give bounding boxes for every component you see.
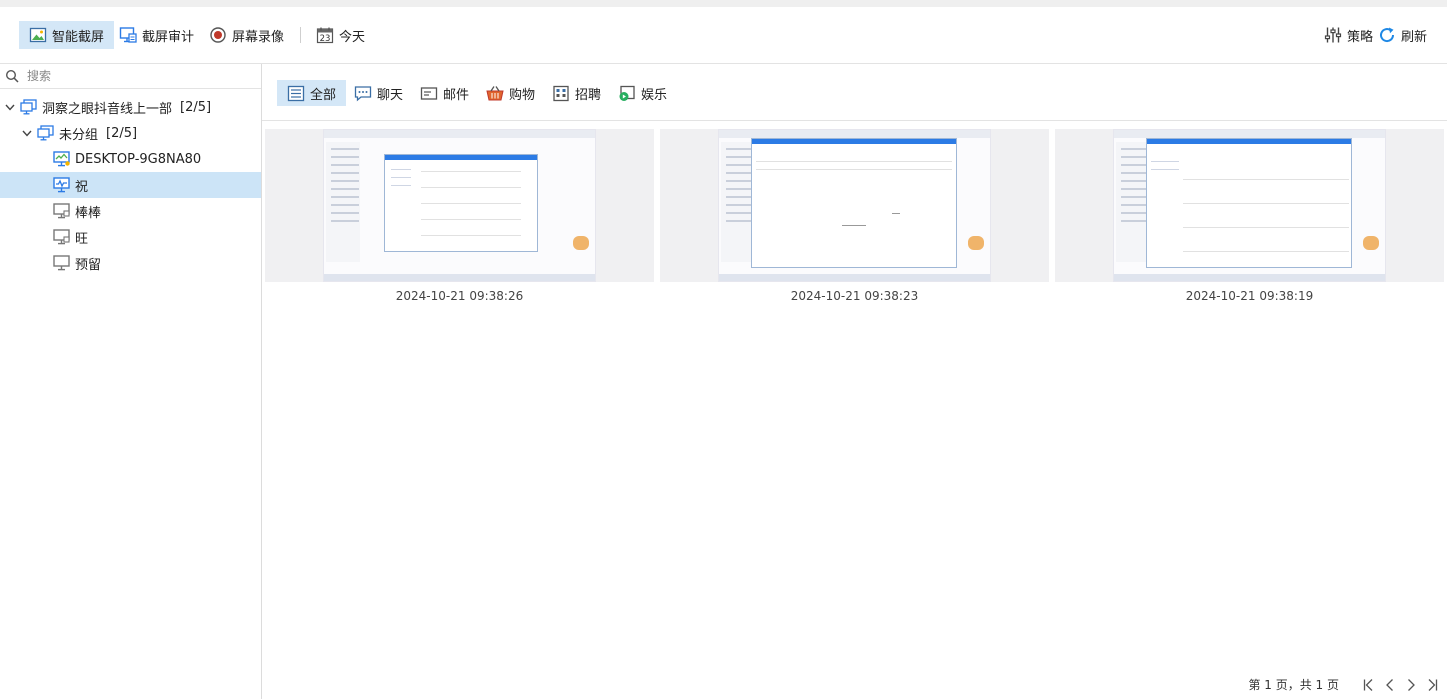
- prev-page-icon[interactable]: [1383, 678, 1397, 692]
- search-input[interactable]: [27, 69, 247, 83]
- tree-node-label: 未分组: [59, 127, 99, 143]
- screen-recording-label: 屏幕录像: [232, 29, 285, 45]
- computer-group-icon: [20, 99, 37, 115]
- tab-all[interactable]: 全部: [277, 80, 347, 106]
- monitor-offline-icon: [53, 229, 70, 245]
- tree-node-count: [2/5]: [106, 125, 138, 141]
- tree-node-computer[interactable]: 棒棒: [0, 198, 261, 224]
- page-info: 第 1 页，共 1 页: [1248, 678, 1339, 692]
- tree-node-root-group[interactable]: 洞察之眼抖音线上一部 [2/5]: [0, 94, 261, 120]
- monitor-online-icon: [53, 151, 70, 167]
- tab-label: 娱乐: [641, 87, 668, 103]
- screenshot-thumbnail[interactable]: [660, 129, 1049, 282]
- pagination: 第 1 页，共 1 页: [1248, 676, 1439, 693]
- device-sidebar: 洞察之眼抖音线上一部 [2/5] 未分组 [2/5] DESKTOP-9G8NA…: [0, 64, 262, 699]
- shopping-basket-icon: [486, 85, 504, 100]
- list-icon: [287, 85, 305, 101]
- search-bar: [0, 64, 261, 89]
- tab-label: 全部: [310, 87, 337, 103]
- screenshot-timestamp: 2024-10-21 09:38:23: [790, 289, 919, 303]
- screenshot-preview: [323, 129, 596, 282]
- tree-node-computer-selected[interactable]: 祝: [0, 172, 261, 198]
- refresh-icon: [1380, 27, 1395, 43]
- tree-node-label: 预留: [75, 257, 102, 273]
- tab-label: 招聘: [575, 87, 602, 103]
- screenshot-audit-button[interactable]: 截屏审计: [109, 21, 204, 49]
- tree-node-label: 祝: [75, 179, 89, 195]
- monitor-audit-icon: [119, 27, 137, 43]
- first-page-icon[interactable]: [1362, 678, 1376, 692]
- next-page-icon[interactable]: [1404, 678, 1418, 692]
- chat-bubble-icon: [354, 85, 372, 101]
- tree-node-ungrouped[interactable]: 未分组 [2/5]: [0, 120, 261, 146]
- smart-screenshot-button[interactable]: 智能截屏: [19, 21, 115, 49]
- tab-label: 购物: [509, 87, 536, 103]
- computer-group-icon: [37, 125, 54, 141]
- last-page-icon[interactable]: [1425, 678, 1439, 692]
- tab-label: 邮件: [443, 87, 470, 103]
- screenshot-thumbnail[interactable]: [1055, 129, 1444, 282]
- tree-node-count: [2/5]: [180, 99, 212, 115]
- screenshot-preview: [1113, 129, 1386, 282]
- search-icon: [5, 69, 19, 83]
- screenshot-audit-label: 截屏审计: [142, 29, 195, 45]
- today-label: 今天: [339, 29, 366, 45]
- chevron-down-icon[interactable]: [21, 127, 33, 139]
- tree-node-label: 旺: [75, 231, 89, 247]
- record-icon: [210, 27, 226, 43]
- toolbar-divider: [300, 27, 301, 43]
- today-date-button[interactable]: 23 今天: [306, 21, 375, 49]
- refresh-button[interactable]: 刷新: [1368, 21, 1437, 49]
- tab-chat[interactable]: 聊天: [344, 80, 413, 106]
- top-toolbar: 智能截屏 截屏审计 屏幕录像 23 今天 策略 刷新: [0, 7, 1447, 64]
- tree-node-computer[interactable]: DESKTOP-9G8NA80: [0, 146, 261, 172]
- tab-recruitment[interactable]: 招聘: [542, 80, 611, 106]
- tab-label: 聊天: [377, 87, 404, 103]
- refresh-label: 刷新: [1401, 29, 1428, 45]
- tab-shopping[interactable]: 购物: [476, 80, 545, 106]
- sliders-icon: [1324, 27, 1342, 43]
- tree-node-label: 棒棒: [75, 205, 102, 221]
- category-tabs: 全部 聊天 邮件 购物 招聘 娱乐: [262, 64, 1447, 121]
- tree-node-computer[interactable]: 预留: [0, 250, 261, 276]
- entertainment-icon: [619, 85, 635, 101]
- monitor-icon: [53, 255, 70, 271]
- smart-screenshot-label: 智能截屏: [52, 29, 105, 45]
- tab-entertainment[interactable]: 娱乐: [608, 80, 677, 106]
- tree-node-label: 洞察之眼抖音线上一部: [42, 101, 173, 117]
- screenshot-thumbnail[interactable]: [265, 129, 654, 282]
- mail-icon: [420, 86, 438, 100]
- window-top-strip: [0, 0, 1447, 7]
- tab-email[interactable]: 邮件: [410, 80, 479, 106]
- chevron-down-icon[interactable]: [4, 101, 16, 113]
- calendar-icon: 23: [316, 27, 334, 44]
- screenshot-preview: [718, 129, 991, 282]
- monitor-online-icon: [53, 177, 70, 193]
- screen-recording-button[interactable]: 屏幕录像: [199, 21, 294, 49]
- tree-node-label: DESKTOP-9G8NA80: [75, 151, 202, 167]
- screenshot-timestamp: 2024-10-21 09:38:19: [1185, 289, 1314, 303]
- image-icon: [29, 27, 47, 43]
- calendar-day: 23: [320, 34, 331, 44]
- screenshot-timestamp: 2024-10-21 09:38:26: [395, 289, 524, 303]
- building-icon: [553, 85, 569, 101]
- monitor-offline-icon: [53, 203, 70, 219]
- tree-node-computer[interactable]: 旺: [0, 224, 261, 250]
